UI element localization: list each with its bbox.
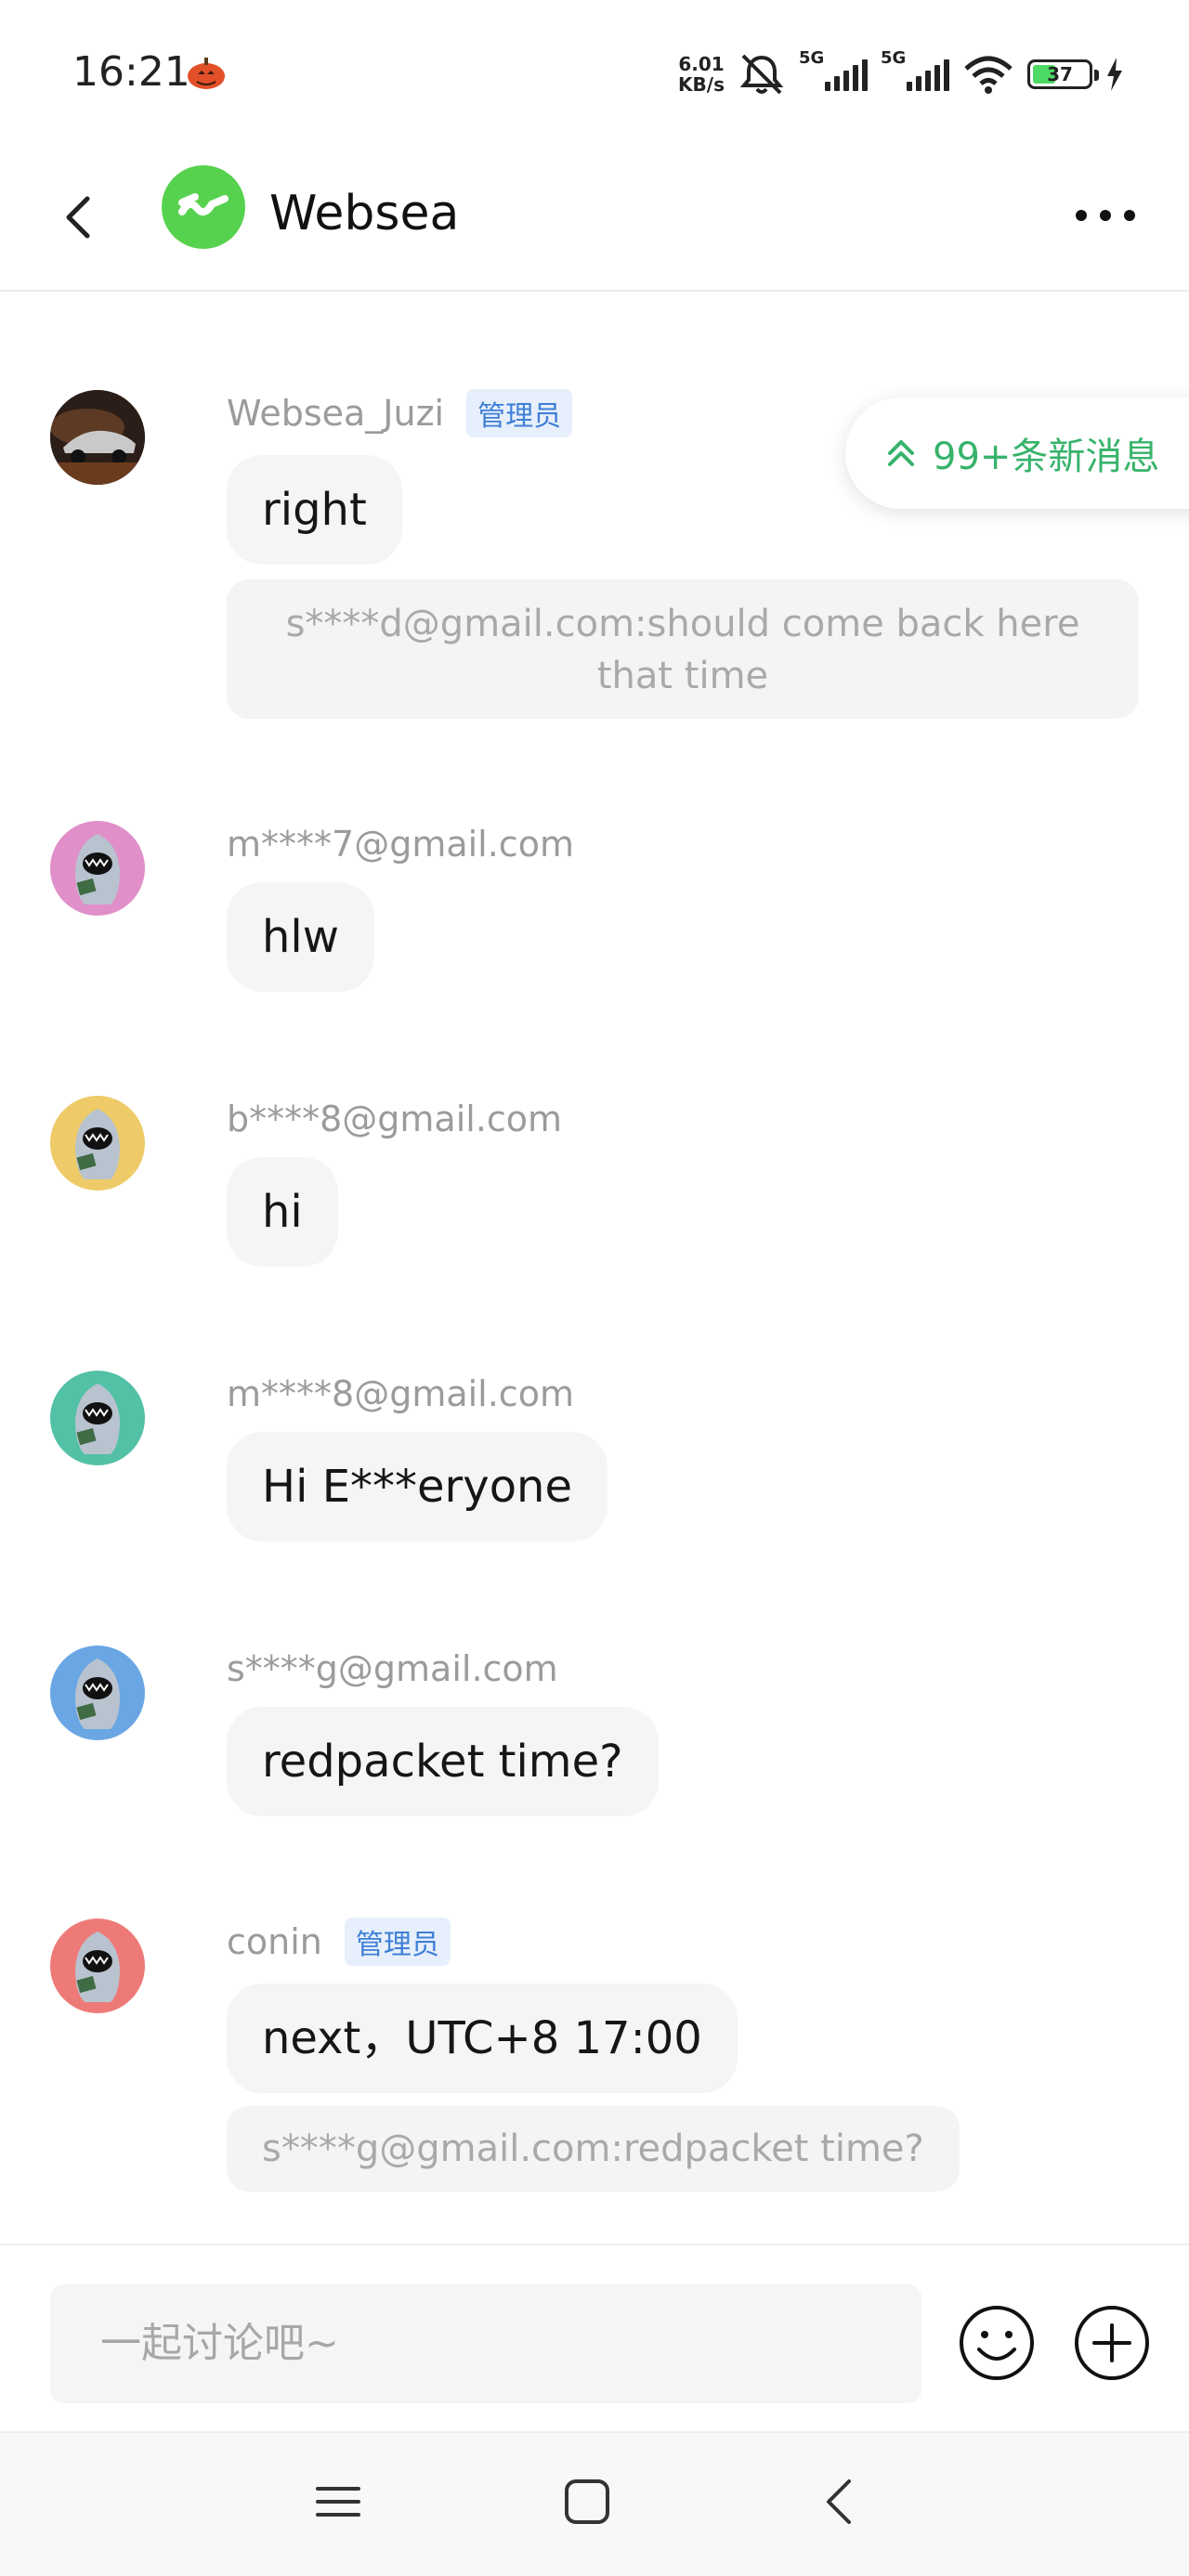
sender-row: s****g@gmail.com	[227, 1646, 558, 1692]
channel-title: Websea	[269, 186, 460, 241]
plus-icon[interactable]	[1072, 2303, 1152, 2383]
quoted-reply[interactable]: s****g@gmail.com:redpacket time?	[227, 2106, 960, 2192]
car-avatar-icon	[50, 390, 145, 485]
sender-row: Websea_Juzi 管理员	[227, 389, 573, 437]
more-dot-icon	[1124, 210, 1135, 221]
avatar[interactable]	[50, 1096, 145, 1190]
message-input[interactable]: 一起讨论吧~	[50, 2284, 921, 2403]
home-square-icon[interactable]	[561, 2476, 613, 2528]
double-chevron-up-icon	[888, 440, 914, 466]
status-time: 16:21	[72, 48, 190, 96]
avatar[interactable]	[50, 1371, 145, 1465]
nav-back-icon[interactable]	[814, 2474, 866, 2530]
emoji-icon[interactable]	[957, 2303, 1037, 2383]
net-speed-value: 6.01	[678, 53, 725, 75]
sender-name: m****7@gmail.com	[227, 824, 574, 865]
signal-2-label: 5G	[881, 48, 907, 68]
sender-name: conin	[227, 1921, 322, 1962]
admin-badge: 管理员	[466, 389, 573, 437]
sender-row: conin 管理员	[227, 1918, 451, 1966]
admin-badge: 管理员	[344, 1918, 451, 1966]
avatar[interactable]	[50, 1919, 145, 2013]
mute-bell-icon	[739, 54, 784, 95]
sender-name: Websea_Juzi	[227, 393, 445, 434]
network-speed: 6.01 KB/s	[678, 54, 725, 95]
message-bubble[interactable]: next，UTC+8 17:00	[227, 1984, 738, 2093]
more-dot-icon	[1100, 210, 1111, 221]
menu-icon[interactable]	[312, 2476, 364, 2528]
sender-row: m****8@gmail.com	[227, 1371, 574, 1417]
message-bubble[interactable]: right	[227, 455, 402, 565]
signal-1-label: 5G	[799, 48, 825, 68]
composer: 一起讨论吧~	[0, 2244, 1189, 2431]
sender-row: m****7@gmail.com	[227, 821, 574, 867]
avatar[interactable]	[50, 1646, 145, 1740]
shark-avatar-icon	[75, 1384, 120, 1454]
signal-1: 5G	[799, 48, 868, 91]
message-bubble[interactable]: Hi E***eryone	[227, 1432, 608, 1542]
shark-avatar-icon	[75, 1109, 120, 1179]
pumpkin-icon	[188, 58, 225, 89]
shark-avatar-icon	[75, 1932, 120, 2002]
avatar[interactable]	[50, 390, 145, 485]
new-messages-button[interactable]: 99+条新消息	[845, 397, 1189, 509]
quoted-reply[interactable]: s****d@gmail.com:should come back here t…	[227, 579, 1139, 719]
chat-header: Websea	[0, 149, 1189, 292]
message-bubble[interactable]: hi	[227, 1157, 338, 1267]
channel-logo[interactable]	[162, 165, 245, 249]
more-options-button[interactable]	[1059, 178, 1152, 253]
sender-name: s****g@gmail.com	[227, 1648, 558, 1689]
sender-name: m****8@gmail.com	[227, 1373, 574, 1414]
status-bar: 16:21 6.01 KB/s 5G 5G 37	[0, 0, 1189, 149]
net-speed-unit: KB/s	[678, 73, 725, 96]
back-arrow-icon[interactable]	[45, 180, 119, 254]
shark-avatar-icon	[75, 1659, 120, 1729]
charging-icon	[1107, 58, 1122, 91]
signal-2: 5G	[881, 48, 949, 91]
battery-icon: 37	[1027, 59, 1099, 89]
message-bubble[interactable]: hlw	[227, 882, 375, 992]
sender-name: b****8@gmail.com	[227, 1099, 563, 1139]
sender-row: b****8@gmail.com	[227, 1096, 562, 1142]
new-messages-label: 99+条新消息	[933, 436, 1160, 478]
message-bubble[interactable]: redpacket time?	[227, 1707, 659, 1816]
avatar[interactable]	[50, 821, 145, 916]
shark-avatar-icon	[75, 834, 120, 904]
more-dot-icon	[1076, 210, 1087, 221]
websea-logo-icon	[178, 193, 229, 216]
system-nav-bar	[0, 2431, 1189, 2576]
battery-level: 37	[1047, 63, 1073, 85]
status-icons: 6.01 KB/s 5G 5G 37	[678, 48, 1124, 100]
wifi-icon	[964, 56, 1013, 94]
